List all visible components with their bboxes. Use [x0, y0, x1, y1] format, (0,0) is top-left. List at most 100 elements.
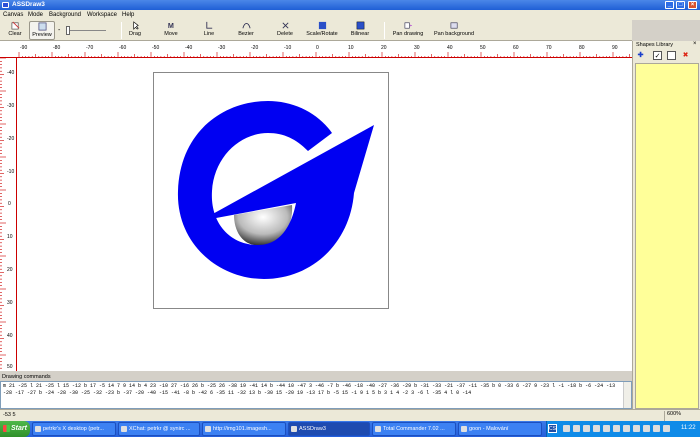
toolbar-separator: [384, 22, 385, 39]
bilinear-button[interactable]: Bilinear: [348, 21, 372, 40]
scale-rotate-icon: [318, 21, 326, 30]
ruler-label: -40: [7, 70, 15, 76]
tray-icon[interactable]: [653, 425, 660, 432]
preview-opacity-slider[interactable]: -: [58, 26, 106, 36]
tray-icon[interactable]: [633, 425, 640, 432]
minimize-button[interactable]: _: [665, 1, 674, 9]
preview-icon: [38, 22, 46, 31]
taskbar-item[interactable]: Total Commander 7.02 ...: [372, 422, 456, 436]
ruler-label: 20: [7, 267, 13, 273]
menu-help[interactable]: Help: [122, 12, 134, 18]
menu-workspace[interactable]: Workspace: [87, 12, 117, 18]
tray-icon[interactable]: [603, 425, 610, 432]
x-desktop-icon: [35, 426, 41, 432]
drawing-commands-textarea[interactable]: m 21 -25 l 21 -25 l 15 -12 b 17 -5 14 7 …: [0, 381, 632, 409]
shapes-list[interactable]: [635, 63, 699, 409]
ruler-label: -30: [218, 45, 226, 51]
vertical-scrollbar[interactable]: [623, 382, 631, 408]
app-icon: [2, 2, 9, 8]
slider-minus-icon: -: [58, 27, 61, 34]
tray-icon[interactable]: [623, 425, 630, 432]
shapes-library-toolbar: ✚ ✓ ✖: [633, 50, 700, 62]
bilinear-icon: [356, 21, 364, 30]
close-button[interactable]: ×: [688, 1, 697, 9]
shapes-library-panel: Shapes Library × ✚ ✓ ✖: [632, 41, 700, 409]
close-icon[interactable]: ×: [693, 41, 697, 47]
cursor-icon: [132, 21, 139, 30]
scale-rotate-button[interactable]: Scale/Rotate: [303, 21, 341, 40]
clear-button[interactable]: Clear: [4, 21, 26, 40]
taskbar-item[interactable]: petrkr's X desktop (petr...: [32, 422, 116, 436]
ruler-label: 40: [447, 45, 453, 51]
ruler-label: 0: [8, 201, 11, 207]
browser-icon: [205, 426, 211, 432]
drawing-commands-text[interactable]: m 21 -25 l 21 -25 l 15 -12 b 17 -5 14 7 …: [3, 383, 621, 397]
xchat-icon: [121, 426, 127, 432]
ruler-label: 60: [513, 45, 519, 51]
tray-icon[interactable]: [663, 425, 670, 432]
pan-drawing-icon: [404, 22, 412, 29]
shapes-library-title: Shapes Library: [636, 42, 673, 48]
maximize-button[interactable]: □: [676, 1, 685, 9]
menu-canvas[interactable]: Canvas: [3, 12, 23, 18]
taskbar-item-active[interactable]: ASSDraw3: [288, 422, 370, 436]
paint-icon: [461, 426, 467, 432]
line-button[interactable]: Line: [198, 21, 220, 40]
assdraw-icon: [291, 426, 297, 432]
ruler-label: 90: [612, 45, 618, 51]
line-icon: [205, 21, 212, 29]
logo-drawing: [177, 101, 374, 279]
check-all-icon[interactable]: ✓: [653, 51, 662, 60]
add-shape-icon[interactable]: ✚: [636, 51, 645, 60]
ruler-label: -20: [251, 45, 259, 51]
windows-logo-icon: [3, 425, 10, 432]
ruler-label: 30: [7, 300, 13, 306]
taskbar: Start petrkr's X desktop (petr... XChat:…: [0, 421, 700, 437]
vertical-ruler: -40 -30 -20 -10 0 10 20 30 40 50: [0, 58, 17, 371]
move-icon: M: [167, 21, 173, 30]
drag-button[interactable]: Drag: [124, 21, 146, 40]
pan-drawing-button[interactable]: Pan drawing: [389, 21, 427, 40]
tray-icon[interactable]: [573, 425, 580, 432]
slider-thumb[interactable]: [66, 26, 70, 35]
taskbar-item[interactable]: goon - Malování: [458, 422, 542, 436]
cursor-coordinates: -53 5: [3, 412, 16, 418]
delete-shape-icon[interactable]: ✖: [681, 51, 690, 60]
bezier-button[interactable]: Bezier: [234, 21, 258, 40]
pan-background-icon: [450, 22, 458, 29]
ruler-label: 50: [7, 364, 13, 370]
pan-background-button[interactable]: Pan background: [430, 21, 478, 40]
ruler-label: -40: [185, 45, 193, 51]
ruler-label: -80: [53, 45, 61, 51]
ruler-label: -60: [119, 45, 127, 51]
tray-icon[interactable]: [613, 425, 620, 432]
clear-icon: [11, 21, 19, 30]
drawing-canvas[interactable]: -90 -80 -70 -60 -50 -40 -30 -20 -10 0 10…: [0, 41, 632, 371]
start-button[interactable]: Start: [0, 421, 30, 437]
tray-icon[interactable]: [563, 425, 570, 432]
language-indicator[interactable]: CS: [548, 424, 557, 433]
tray-icon[interactable]: [583, 425, 590, 432]
move-button[interactable]: M Move: [160, 21, 182, 40]
tray-icon[interactable]: [643, 425, 650, 432]
total-commander-icon: [375, 426, 381, 432]
ruler-label: 70: [546, 45, 552, 51]
menu-background[interactable]: Background: [49, 12, 81, 18]
window-title: ASSDraw3: [12, 1, 45, 8]
taskbar-item[interactable]: XChat: petrkr @ synirc ...: [118, 422, 200, 436]
logo-g-shape: [177, 101, 374, 279]
slider-track: [66, 30, 106, 31]
delete-button[interactable]: Delete: [273, 21, 297, 40]
ruler-label: -90: [20, 45, 28, 51]
tray-icon[interactable]: [593, 425, 600, 432]
ruler-label: 40: [7, 333, 13, 339]
svg-text:M: M: [167, 21, 173, 30]
taskbar-item[interactable]: http://img101.imagesh...: [202, 422, 286, 436]
uncheck-all-icon[interactable]: [667, 51, 676, 60]
ruler-label: -50: [152, 45, 160, 51]
menu-mode[interactable]: Mode: [28, 12, 43, 18]
preview-button[interactable]: Preview: [29, 21, 55, 40]
ruler-label: 10: [348, 45, 354, 51]
ruler-label: 80: [579, 45, 585, 51]
ruler-label: -20: [7, 136, 15, 142]
